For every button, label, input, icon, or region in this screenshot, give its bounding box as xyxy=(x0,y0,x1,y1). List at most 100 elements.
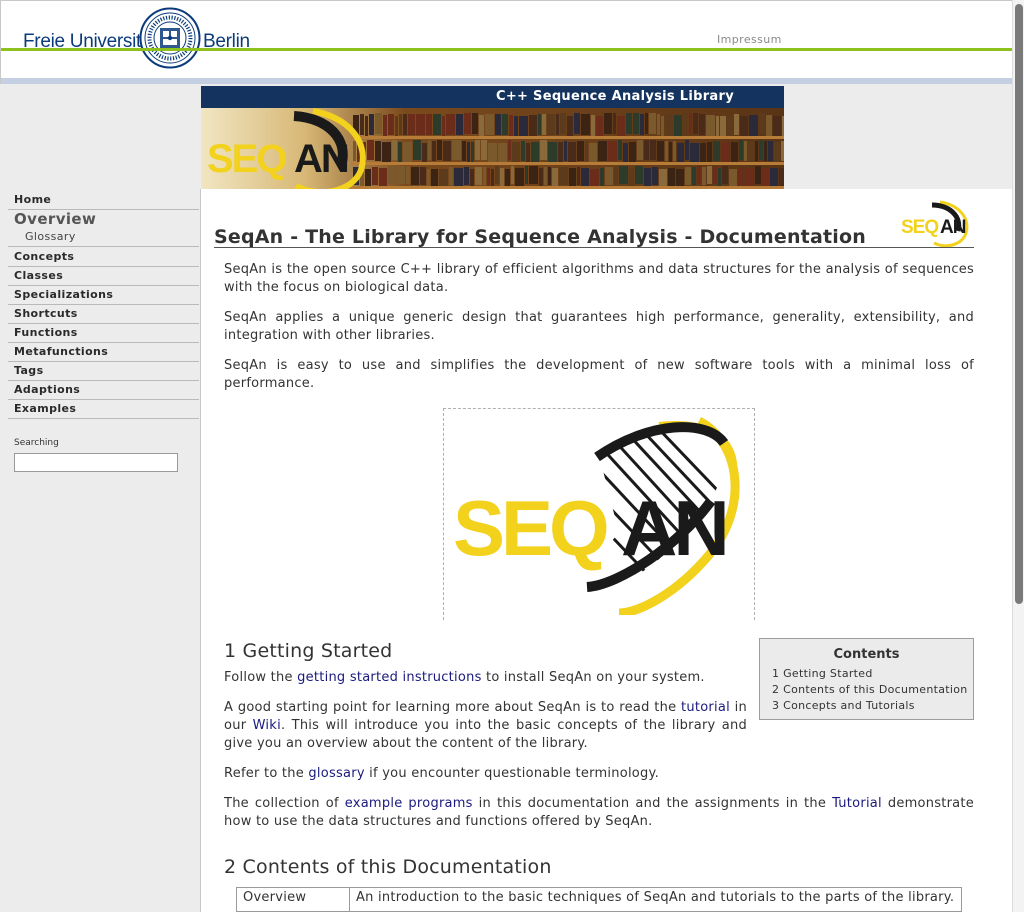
book-spine xyxy=(781,141,784,161)
intro-paragraph-3: SeqAn is easy to use and simplifies the … xyxy=(224,358,974,391)
sidebar-item-functions[interactable]: Functions xyxy=(8,324,199,343)
book-spine xyxy=(471,142,474,162)
glossary-link[interactable]: glossary xyxy=(308,766,364,781)
book-spine xyxy=(700,143,706,163)
book-spine xyxy=(745,168,754,186)
sidebar-item-examples[interactable]: Examples xyxy=(8,400,199,419)
book-spine xyxy=(464,113,471,134)
book-spine xyxy=(577,141,584,161)
sidebar-item-specializations[interactable]: Specializations xyxy=(8,286,199,305)
table-cell-name[interactable]: Overview xyxy=(236,887,350,912)
book-spine xyxy=(685,167,691,185)
book-spine xyxy=(398,142,402,162)
book-spine xyxy=(392,140,397,160)
toc-item-concepts-tutorials[interactable]: 3 Concepts and Tutorials xyxy=(772,699,915,712)
university-logo[interactable]: Freie Universität Berlin xyxy=(23,7,253,71)
sidebar-item-overview[interactable]: Overview xyxy=(8,210,199,230)
vertical-scrollbar[interactable] xyxy=(1012,0,1024,912)
book-spine xyxy=(722,166,728,184)
tutorial-link[interactable]: tutorial xyxy=(681,700,730,715)
book-spine xyxy=(433,114,441,135)
book-spine xyxy=(552,168,558,186)
svg-text:SEQ: SEQ xyxy=(453,484,607,572)
getting-started-paragraph-1: Follow the getting started instructions … xyxy=(224,670,705,685)
book-spine xyxy=(485,114,494,135)
book-spine xyxy=(633,113,639,134)
book-spine xyxy=(512,142,520,162)
getting-started-paragraph-2: A good starting point for learning more … xyxy=(224,700,748,751)
book-spine xyxy=(665,141,668,161)
wiki-link[interactable]: Wiki xyxy=(253,718,281,733)
book-spine xyxy=(495,166,499,184)
book-spine xyxy=(539,168,543,186)
book-spine xyxy=(420,167,426,185)
page-title: SeqAn - The Library for Sequence Analysi… xyxy=(214,226,866,248)
book-spine xyxy=(462,141,466,161)
scrollbar-thumb[interactable] xyxy=(1015,4,1023,604)
sidebar-item-tags[interactable]: Tags xyxy=(8,362,199,381)
sidebar-item-glossary[interactable]: Glossary xyxy=(8,228,199,247)
sidebar-item-shortcuts[interactable]: Shortcuts xyxy=(8,305,199,324)
sidebar-item-metafunctions[interactable]: Metafunctions xyxy=(8,343,199,362)
sidebar-item-adaptions[interactable]: Adaptions xyxy=(8,381,199,400)
book-spine xyxy=(498,143,507,163)
book-spine xyxy=(779,168,784,186)
book-spine xyxy=(623,143,628,163)
example-programs-link[interactable]: example programs xyxy=(345,796,473,811)
book-spine xyxy=(365,169,371,187)
book-spine xyxy=(650,140,656,160)
book-spine xyxy=(617,116,625,137)
book-spine xyxy=(564,141,567,161)
tutorial-wiki-link[interactable]: Tutorial xyxy=(832,796,882,811)
sidebar-item-concepts[interactable]: Concepts xyxy=(8,248,199,267)
book-spine xyxy=(408,114,415,135)
seqan-banner: C++ Sequence Analysis Library SEQ AN xyxy=(201,86,784,189)
book-spine xyxy=(431,169,438,187)
book-spine xyxy=(411,167,419,185)
book-spine xyxy=(395,116,398,137)
book-spine xyxy=(721,142,730,162)
book-spine xyxy=(618,140,622,160)
section-heading-getting-started: 1 Getting Started xyxy=(224,640,393,662)
book-spine xyxy=(693,113,698,134)
book-spine xyxy=(659,169,667,187)
getting-started-paragraph-3: Refer to the glossary if you encounter q… xyxy=(224,766,659,781)
book-spine xyxy=(718,168,721,186)
banner-title: C++ Sequence Analysis Library xyxy=(495,89,734,104)
book-spine xyxy=(764,141,767,161)
book-spine xyxy=(360,114,364,135)
search-input[interactable] xyxy=(14,453,178,472)
book-spine xyxy=(475,140,480,160)
book-spine xyxy=(547,114,555,135)
svg-text:SEQ: SEQ xyxy=(901,217,938,238)
book-spine xyxy=(488,143,497,163)
book-spine xyxy=(748,142,754,162)
book-spine xyxy=(683,113,688,134)
getting-started-instructions-link[interactable]: getting started instructions xyxy=(297,670,481,685)
book-spine xyxy=(388,166,396,184)
sidebar-item-classes[interactable]: Classes xyxy=(8,267,199,286)
toc-item-contents[interactable]: 2 Contents of this Documentation xyxy=(772,683,968,696)
book-spine xyxy=(744,141,747,161)
book-spine xyxy=(629,169,634,187)
book-spine xyxy=(665,114,673,135)
book-spine xyxy=(548,167,551,185)
svg-text:AN: AN xyxy=(621,484,726,572)
book-spine xyxy=(604,113,612,134)
book-spine xyxy=(509,115,513,136)
book-spine xyxy=(483,167,486,185)
book-spine xyxy=(774,142,780,162)
book-spine xyxy=(439,169,448,187)
toc-item-getting-started[interactable]: 1 Getting Started xyxy=(772,667,873,680)
seqan-small-logo[interactable]: SEQ AN xyxy=(900,199,974,247)
book-spine xyxy=(432,141,436,161)
book-spine xyxy=(596,116,603,137)
section-heading-contents: 2 Contents of this Documentation xyxy=(224,856,552,878)
book-spine xyxy=(768,141,773,161)
book-spine xyxy=(382,142,391,162)
book-spine xyxy=(508,140,511,160)
book-spine xyxy=(608,141,617,161)
book-spine xyxy=(673,141,676,161)
sidebar-item-home[interactable]: Home xyxy=(8,191,199,210)
impressum-link[interactable]: Impressum xyxy=(717,33,782,46)
